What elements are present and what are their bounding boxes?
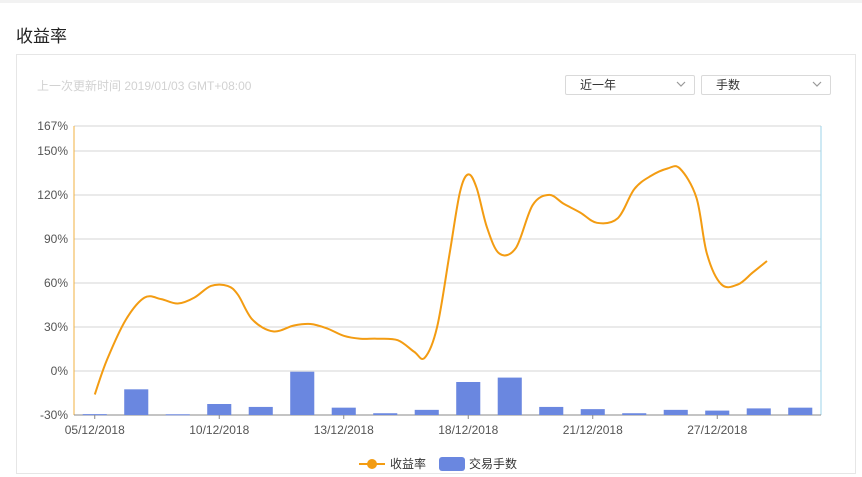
bar [82, 414, 107, 416]
bar [414, 409, 439, 415]
top-border [0, 0, 862, 3]
bar [746, 408, 771, 415]
bar [539, 406, 564, 415]
y-tick-label: 150% [37, 144, 68, 158]
bar [663, 409, 688, 415]
legend: 收益率 交易手数 [359, 456, 517, 471]
bar [331, 407, 356, 415]
bar [165, 414, 190, 416]
chart-card: 上一次更新时间 2019/01/03 GMT+08:00 近一年 手数 167%… [16, 54, 856, 474]
bar [290, 371, 315, 415]
legend-label: 收益率 [390, 456, 426, 471]
x-tick-label: 05/12/2018 [65, 423, 125, 437]
y-tick-label: 90% [44, 232, 68, 246]
bar [580, 409, 605, 415]
bar [705, 410, 730, 415]
bar [373, 413, 398, 415]
x-tick-label: 13/12/2018 [314, 423, 374, 437]
bar [248, 406, 273, 415]
y-tick-label: -30% [40, 408, 68, 422]
bar [456, 381, 481, 415]
x-tick-label: 27/12/2018 [687, 423, 747, 437]
x-tick-label: 21/12/2018 [563, 423, 623, 437]
y-tick-label: 0% [51, 364, 69, 378]
x-tick-label: 18/12/2018 [438, 423, 498, 437]
bar [622, 413, 647, 415]
bar [124, 389, 149, 415]
yield-chart: 167% 150% 120% 90% 60% 30% 0% -30%05/12/2018 10/… [37, 119, 822, 471]
legend-label: 交易手数 [469, 456, 517, 471]
bar [788, 407, 813, 415]
section-title: 收益率 [16, 27, 67, 46]
bar [497, 377, 522, 415]
y-tick-label: 30% [44, 320, 68, 334]
y-tick-label: 120% [37, 188, 68, 202]
legend-item-line[interactable]: 收益率 [359, 456, 426, 471]
bar [207, 403, 232, 415]
legend-line-marker [367, 459, 377, 469]
legend-item-bar[interactable]: 交易手数 [439, 456, 517, 471]
series-line [93, 165, 768, 395]
y-tick-label: 167% [37, 119, 68, 133]
x-tick-label: 10/12/2018 [189, 423, 249, 437]
legend-bar-swatch [439, 457, 465, 471]
y-tick-label: 60% [44, 276, 68, 290]
